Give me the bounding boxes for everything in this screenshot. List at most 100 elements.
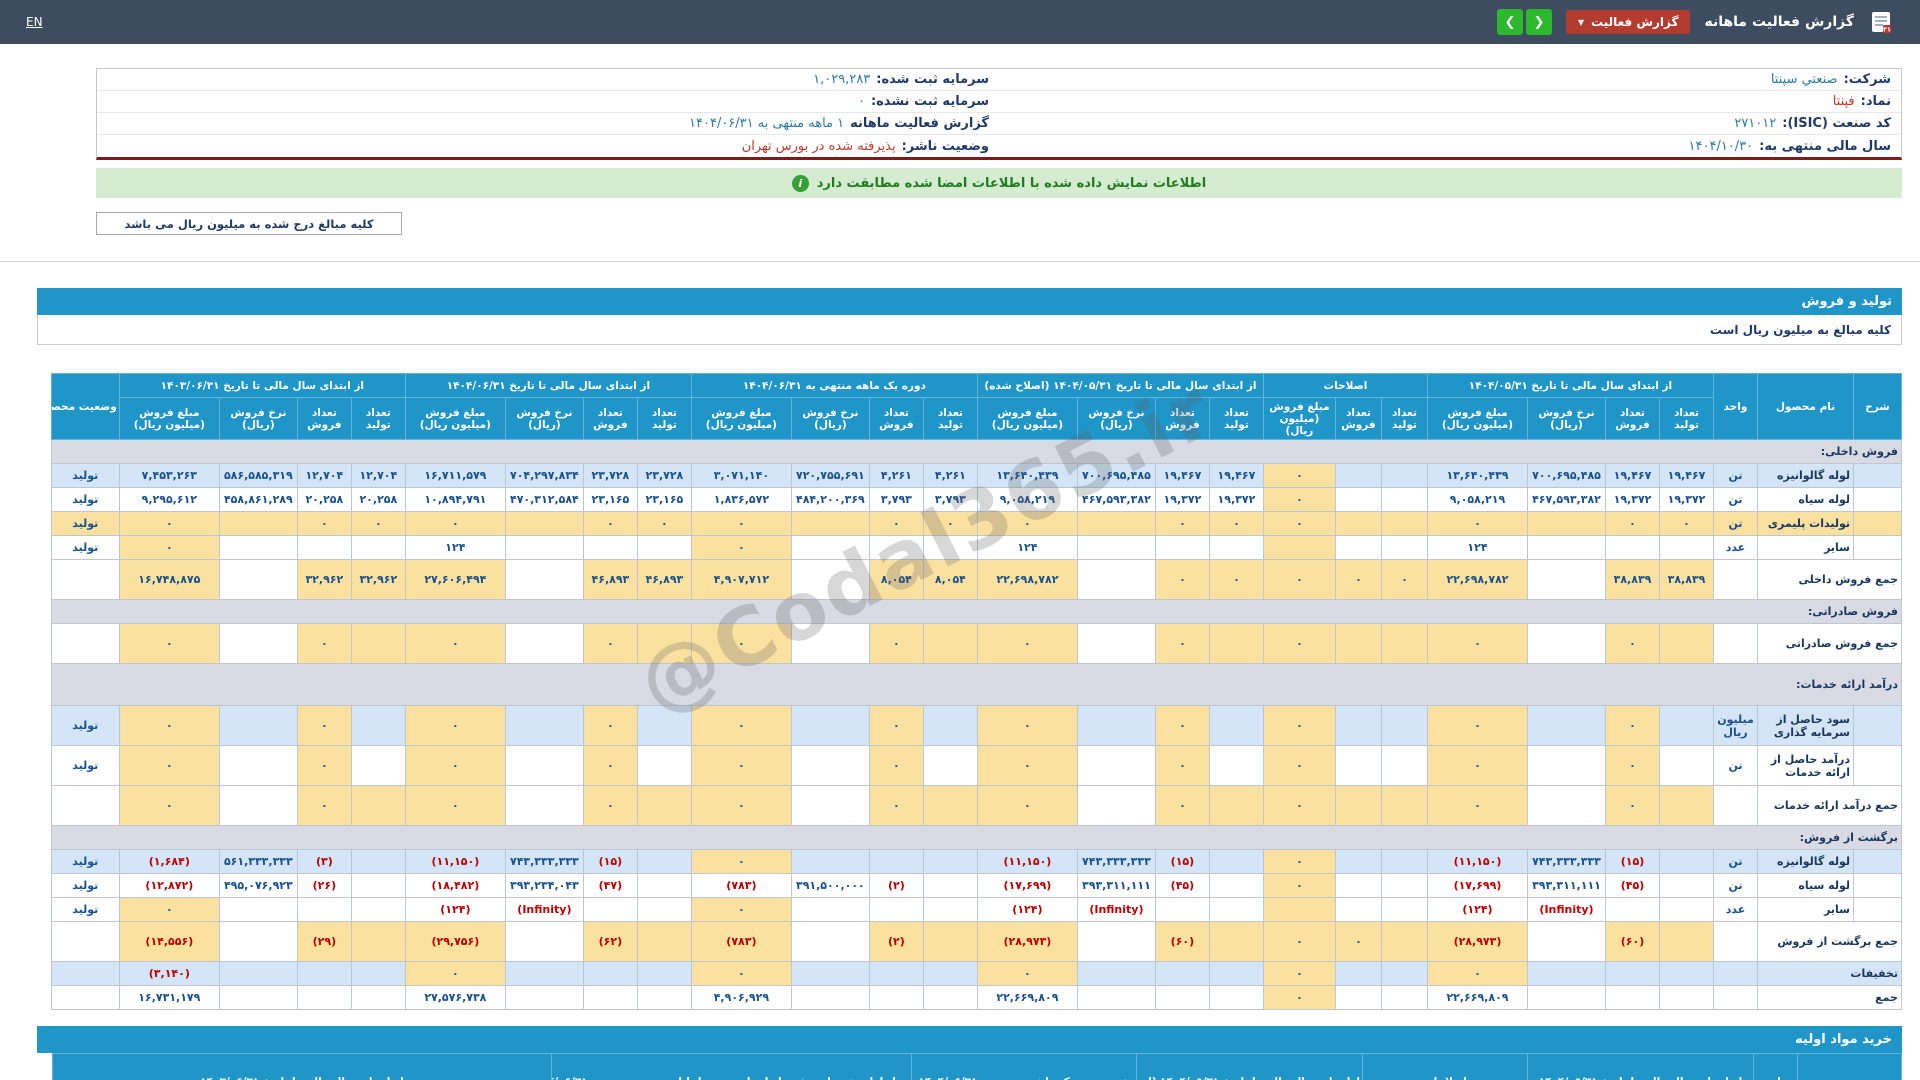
table-cell: ۰: [1263, 488, 1335, 512]
table-cell: [505, 986, 583, 1010]
table-cell: [1660, 874, 1714, 898]
table-cell: ۰: [1263, 512, 1335, 536]
info-field: سال مالی منتهی به:۱۴۰۴/۱۰/۳۰: [999, 135, 1901, 157]
table-cell: ۰: [583, 706, 637, 746]
table-cell: تولید: [51, 488, 119, 512]
column-group-header: دوره یک ماهه منتهی به ۱۴۰۴/۰۶/۳۱: [691, 374, 977, 398]
table-cell: ۱۲۴: [977, 536, 1077, 560]
column-subheader: تعداد فروش: [869, 398, 923, 440]
table-cell: ۳۹۳,۲۳۴,۰۴۳: [505, 874, 583, 898]
table-cell: عدد: [1714, 536, 1758, 560]
table-cell: جمع برگشت از فروش: [1758, 922, 1902, 962]
table-cell: ۳۸,۸۳۹: [1660, 560, 1714, 600]
table-cell: ۱۶,۷۱۱,۵۷۹: [405, 464, 505, 488]
table-cell: ۰: [691, 746, 791, 786]
table-cell: ۲۳,۷۲۸: [583, 464, 637, 488]
table-cell: ۰: [977, 706, 1077, 746]
table-cell: [923, 850, 977, 874]
table-cell: [1263, 536, 1335, 560]
table-cell: (۲۸,۹۷۳): [1427, 922, 1527, 962]
table-cell: ۷۰۰,۶۹۵,۴۸۵: [1528, 464, 1606, 488]
table-cell: ۰: [977, 786, 1077, 826]
table-cell: ۰: [1263, 986, 1335, 1010]
column-header: [1798, 1054, 1902, 1080]
table-cell: ۲۲,۶۹۸,۷۸۲: [1427, 560, 1527, 600]
table-cell: تولید: [51, 464, 119, 488]
info-field: شرکت:صنعتي سپنتا: [999, 69, 1901, 91]
column-subheader: نرخ فروش (ریال): [1528, 398, 1606, 440]
table-cell: [923, 624, 977, 664]
section-row-sales-returns: برگشت از فروش:: [51, 826, 1901, 850]
table-cell: [869, 850, 923, 874]
previous-period-button[interactable]: ❮: [1497, 9, 1523, 35]
table-cell: ۱۹,۳۷۲: [1660, 488, 1714, 512]
raw-materials-table-wrap: واحداز ابتدای سال مالی تا تاریخ ۱۴۰۴/۰۵/…: [37, 1053, 1902, 1080]
table-cell: ۰: [977, 512, 1077, 536]
column-header: مواد اولیه خریداری شده از ابتدای دوره تا…: [552, 1054, 912, 1080]
next-period-button[interactable]: ❯: [1526, 9, 1552, 35]
info-value: فپنتا: [1833, 94, 1855, 109]
table-cell: [869, 986, 923, 1010]
info-value: ۲۷۱۰۱۲: [1734, 116, 1776, 131]
table-cell: سایر: [1758, 898, 1854, 922]
table-cell: [1209, 962, 1263, 986]
column-subheader: تعداد تولید: [1381, 398, 1427, 440]
table-cell: ۱۹,۴۶۷: [1209, 464, 1263, 488]
row-return-galvanized-pipe: لوله گالوانیزهتن(۱۵)۷۴۳,۳۳۳,۳۳۳(۱۱,۱۵۰)۰…: [51, 850, 1901, 874]
table-cell: ۵۸۶,۵۸۵,۳۱۹: [219, 464, 297, 488]
info-field: سرمایه ثبت نشده:۰: [97, 91, 999, 113]
report-type-button[interactable]: گزارش فعالیت ▾: [1566, 10, 1690, 34]
table-cell: ۰: [691, 512, 791, 536]
table-cell: ۰: [1263, 464, 1335, 488]
table-cell: ۰: [583, 512, 637, 536]
table-cell: [1077, 746, 1155, 786]
table-cell: ۰: [691, 706, 791, 746]
table-cell: ۰: [1155, 560, 1209, 600]
table-cell: [219, 986, 297, 1010]
table-cell: [791, 706, 869, 746]
section-row-export-sales: فروش صادراتی:: [51, 600, 1901, 624]
row-investment-profit: سود حاصل از سرمایه گذاریمیلیون ریال۰۰۰۰۰…: [51, 706, 1901, 746]
table-cell: ۹,۲۹۵,۶۱۲: [119, 488, 219, 512]
page: { "topbar": { "title": "گزارش فعالیت ماه…: [0, 0, 1920, 1080]
table-cell: [923, 898, 977, 922]
table-cell: [51, 922, 119, 962]
column-group-header: اصلاحات: [1263, 374, 1427, 398]
page-title: گزارش فعالیت ماهانه: [1704, 14, 1854, 30]
table-cell: ۲۲,۶۶۹,۸۰۹: [977, 986, 1077, 1010]
column-header: اصلاحات: [1363, 1054, 1528, 1080]
signed-info-banner: اطلاعات نمایش داده شده با اطلاعات امضا ش…: [96, 168, 1902, 198]
table-cell: ۵۶۱,۳۳۳,۳۳۳: [219, 850, 297, 874]
info-field: کد صنعت (ISIC):۲۷۱۰۱۲: [999, 113, 1901, 135]
table-cell: ۴۷۰,۳۱۲,۵۸۴: [505, 488, 583, 512]
table-cell: [1381, 850, 1427, 874]
table-cell: ۰: [1606, 746, 1660, 786]
table-cell: ۸,۰۵۴: [923, 560, 977, 600]
table-cell: ۰: [691, 850, 791, 874]
table-cell: [583, 536, 637, 560]
table-cell: تولیدات پلیمری: [1758, 512, 1854, 536]
table-cell: ۴۸۴,۲۰۰,۳۶۹: [791, 488, 869, 512]
table-cell: (۱۲۴): [405, 898, 505, 922]
table-cell: [1528, 922, 1606, 962]
table-cell: [637, 962, 691, 986]
table-cell: [1854, 874, 1902, 898]
table-cell: ۰: [119, 786, 219, 826]
table-cell: ۰: [1155, 786, 1209, 826]
table-cell: تولید: [51, 512, 119, 536]
table-cell: (۱۵): [583, 850, 637, 874]
table-cell: [923, 786, 977, 826]
table-cell: ۰: [583, 746, 637, 786]
table-cell: (Infinity): [505, 898, 583, 922]
table-cell: ۴۹۵,۰۷۶,۹۲۳: [219, 874, 297, 898]
table-cell: [1335, 624, 1381, 664]
table-cell: [637, 898, 691, 922]
table-cell: [219, 512, 297, 536]
table-cell: [219, 624, 297, 664]
table-cell: (۲۶): [297, 874, 351, 898]
table-cell: [1209, 850, 1263, 874]
english-language-link[interactable]: EN: [26, 15, 43, 29]
table-cell: (۱۷,۶۹۹): [977, 874, 1077, 898]
table-cell: [351, 850, 405, 874]
table-cell: ۲۳,۱۶۵: [637, 488, 691, 512]
